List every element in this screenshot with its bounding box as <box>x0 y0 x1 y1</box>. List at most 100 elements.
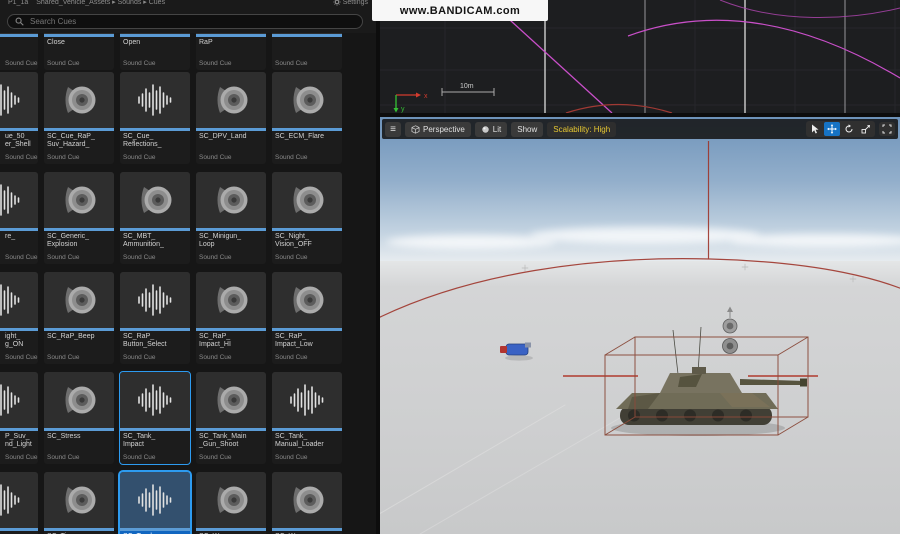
asset-tile[interactable]: SC_WeaponSound Cue <box>196 472 266 534</box>
speaker-icon <box>196 472 266 528</box>
speaker-icon <box>44 72 114 128</box>
asset-name: re_ <box>5 233 16 240</box>
waveform-icon <box>120 372 190 428</box>
perspective-label: Perspective <box>423 124 465 134</box>
waveform-icon <box>0 272 38 328</box>
asset-text: SC_Stress Sound Cue <box>44 431 114 464</box>
asset-text: ue_50_ er_Shell Sound Cue <box>0 131 38 164</box>
asset-tile[interactable]: SC_ECM_Flare Sound Cue <box>272 72 342 164</box>
asset-tile[interactable]: re_ Sound Cue <box>0 172 38 264</box>
asset-name: SC_RaP_ Impact_HI <box>199 333 231 348</box>
tab-label[interactable]: P1_1a <box>8 0 28 8</box>
axis-gizmo: x y <box>393 92 428 113</box>
asset-tile[interactable]: SC_Generic_ Explosion Sound Cue <box>44 172 114 264</box>
scalability-badge[interactable]: Scalability: High <box>547 121 617 137</box>
asset-tile[interactable]: SC_RaP_ Impact_Low Sound Cue <box>272 272 342 364</box>
waveform-icon <box>0 72 38 128</box>
asset-tile[interactable]: SC_RaP_ Impact_HI Sound Cue <box>196 272 266 364</box>
asset-tile[interactable]: SC_RaP_ Button_Select Sound Cue <box>120 272 190 364</box>
speaker-icon <box>44 472 114 528</box>
asset-tile[interactable]: SC_DPV_Land Sound Cue <box>196 72 266 164</box>
asset-text: SC_Cue_ Reflections_ Sound Cue <box>120 131 190 164</box>
asset-type-label: Sound Cue <box>47 354 80 361</box>
asset-type-label: Sound Cue <box>47 60 80 67</box>
breadcrumb: P1_1a Shared_Vehicle_Assets ▸ Sounds ▸ C… <box>0 0 376 11</box>
attenuation-wireframe <box>380 141 900 318</box>
asset-tile[interactable]: SC_Tank_ Manual_Loader Sound Cue <box>272 372 342 464</box>
tile-grid: Sound Cue Close Sound Cue Open Sound Cue RaP S… <box>0 0 376 534</box>
scale-label: 10m <box>460 83 474 90</box>
asset-type-label: Sound Cue <box>5 154 38 161</box>
asset-tile[interactable]: P_Suv_ nd_Light Sound Cue <box>0 372 38 464</box>
asset-name: SC_Cue_RaP_ Suv_Hazard_ <box>47 133 95 148</box>
asset-name: SC_RaP_Beep <box>47 333 95 340</box>
waveform-icon <box>0 472 38 528</box>
asset-name: Close <box>47 39 65 46</box>
waveform-icon <box>272 372 342 428</box>
asset-name: SC_Cue_ Reflections_ <box>123 133 162 148</box>
settings-button[interactable]: Settings <box>333 0 368 8</box>
axis-y-label: y <box>401 106 405 113</box>
asset-text: Sound Cue <box>272 37 342 70</box>
asset-tile[interactable]: SC_Tank_Main _Gun_Shoot Sound Cue <box>196 372 266 464</box>
perspective-dropdown[interactable]: Perspective <box>405 121 471 137</box>
asset-tile[interactable]: Sound Cue <box>0 472 38 534</box>
speaker-icon <box>272 172 342 228</box>
lit-dropdown[interactable]: Lit <box>474 121 508 137</box>
asset-tile[interactable]: ight_ g_ON Sound Cue <box>0 272 38 364</box>
asset-name: SC_Tank_ Manual_Loader <box>275 433 324 448</box>
audio-component-gizmo[interactable] <box>722 306 738 354</box>
asset-text: SC_Night_ Vision_OFF Sound Cue <box>272 231 342 264</box>
asset-tile[interactable]: SC_Night_ Vision_OFF Sound Cue <box>272 172 342 264</box>
asset-tile[interactable]: SC_Stress Sound Cue <box>44 372 114 464</box>
gear-icon <box>333 0 341 6</box>
asset-tile[interactable]: SC_Cue_ Reflections_ Sound Cue <box>120 72 190 164</box>
asset-type-label: Sound Cue <box>123 60 156 67</box>
select-tool-button[interactable] <box>807 122 823 136</box>
asset-tile[interactable]: SC_TiresSound Cue <box>44 472 114 534</box>
watermark-text: www.BANDICAM.com <box>399 4 521 17</box>
asset-tile[interactable]: SC_Tank_ Impact Sound Cue <box>119 371 191 465</box>
search-input[interactable] <box>28 16 355 27</box>
show-dropdown[interactable]: Show <box>511 121 544 137</box>
waveform-icon <box>120 72 190 128</box>
asset-name: RaP <box>199 39 213 46</box>
maximize-viewport-button[interactable] <box>879 122 895 136</box>
asset-tile[interactable]: SC_WeaponSound Cue <box>272 472 342 534</box>
asset-tile[interactable]: ue_50_ er_Shell Sound Cue <box>0 72 38 164</box>
perspective-viewport[interactable]: ≡ Perspective Lit Show Scalability: High <box>380 117 900 534</box>
rotate-tool-button[interactable] <box>841 122 857 136</box>
asset-text: SC_ECM_Flare Sound Cue <box>272 131 342 164</box>
asset-tile[interactable]: SC_RaP_Beep Sound Cue <box>44 272 114 364</box>
editor-window: Sound Cue Close Sound Cue Open Sound Cue RaP S… <box>0 0 900 534</box>
search-bar[interactable] <box>7 14 363 29</box>
search-icon <box>15 17 24 26</box>
asset-tile[interactable]: SC_Minigun_ Loop Sound Cue <box>196 172 266 264</box>
asset-name: P_Suv_ nd_Light <box>5 433 32 448</box>
speaker-icon <box>272 72 342 128</box>
viewport-menu-button[interactable]: ≡ <box>385 121 401 137</box>
cursor-icon <box>812 124 819 134</box>
asset-name: SC_Generic_ Explosion <box>47 233 90 248</box>
speaker-icon <box>44 372 114 428</box>
speaker-icon <box>272 272 342 328</box>
asset-type-label: Sound Cue <box>5 354 38 361</box>
asset-tile[interactable]: SC_Cue_RaP_ Suv_Hazard_ Sound Cue <box>44 72 114 164</box>
asset-tile[interactable]: SC_MBT_ Ammunition_ Sound Cue <box>120 172 190 264</box>
placed-mesh[interactable] <box>500 342 533 361</box>
asset-name: SC_DPV_Land <box>199 133 247 140</box>
asset-name: SC_Night_ Vision_OFF <box>275 233 312 248</box>
move-tool-button[interactable] <box>824 122 840 136</box>
speaker-icon <box>44 172 114 228</box>
asset-text: SC_Minigun_ Loop Sound Cue <box>196 231 266 264</box>
asset-type-label: Sound Cue <box>199 454 232 461</box>
scale-tool-button[interactable] <box>858 122 874 136</box>
asset-type-label: Sound Cue <box>123 454 156 461</box>
asset-text: SC_Tank_ Manual_Loader Sound Cue <box>272 431 342 464</box>
speaker-icon <box>196 272 266 328</box>
speaker-icon <box>196 172 266 228</box>
show-label: Show <box>517 124 538 134</box>
breadcrumb-path[interactable]: Shared_Vehicle_Assets ▸ Sounds ▸ Cues <box>36 0 165 8</box>
asset-tile[interactable]: SC_TracksSound Cue <box>118 470 192 534</box>
asset-text: ight_ g_ON Sound Cue <box>0 331 38 364</box>
